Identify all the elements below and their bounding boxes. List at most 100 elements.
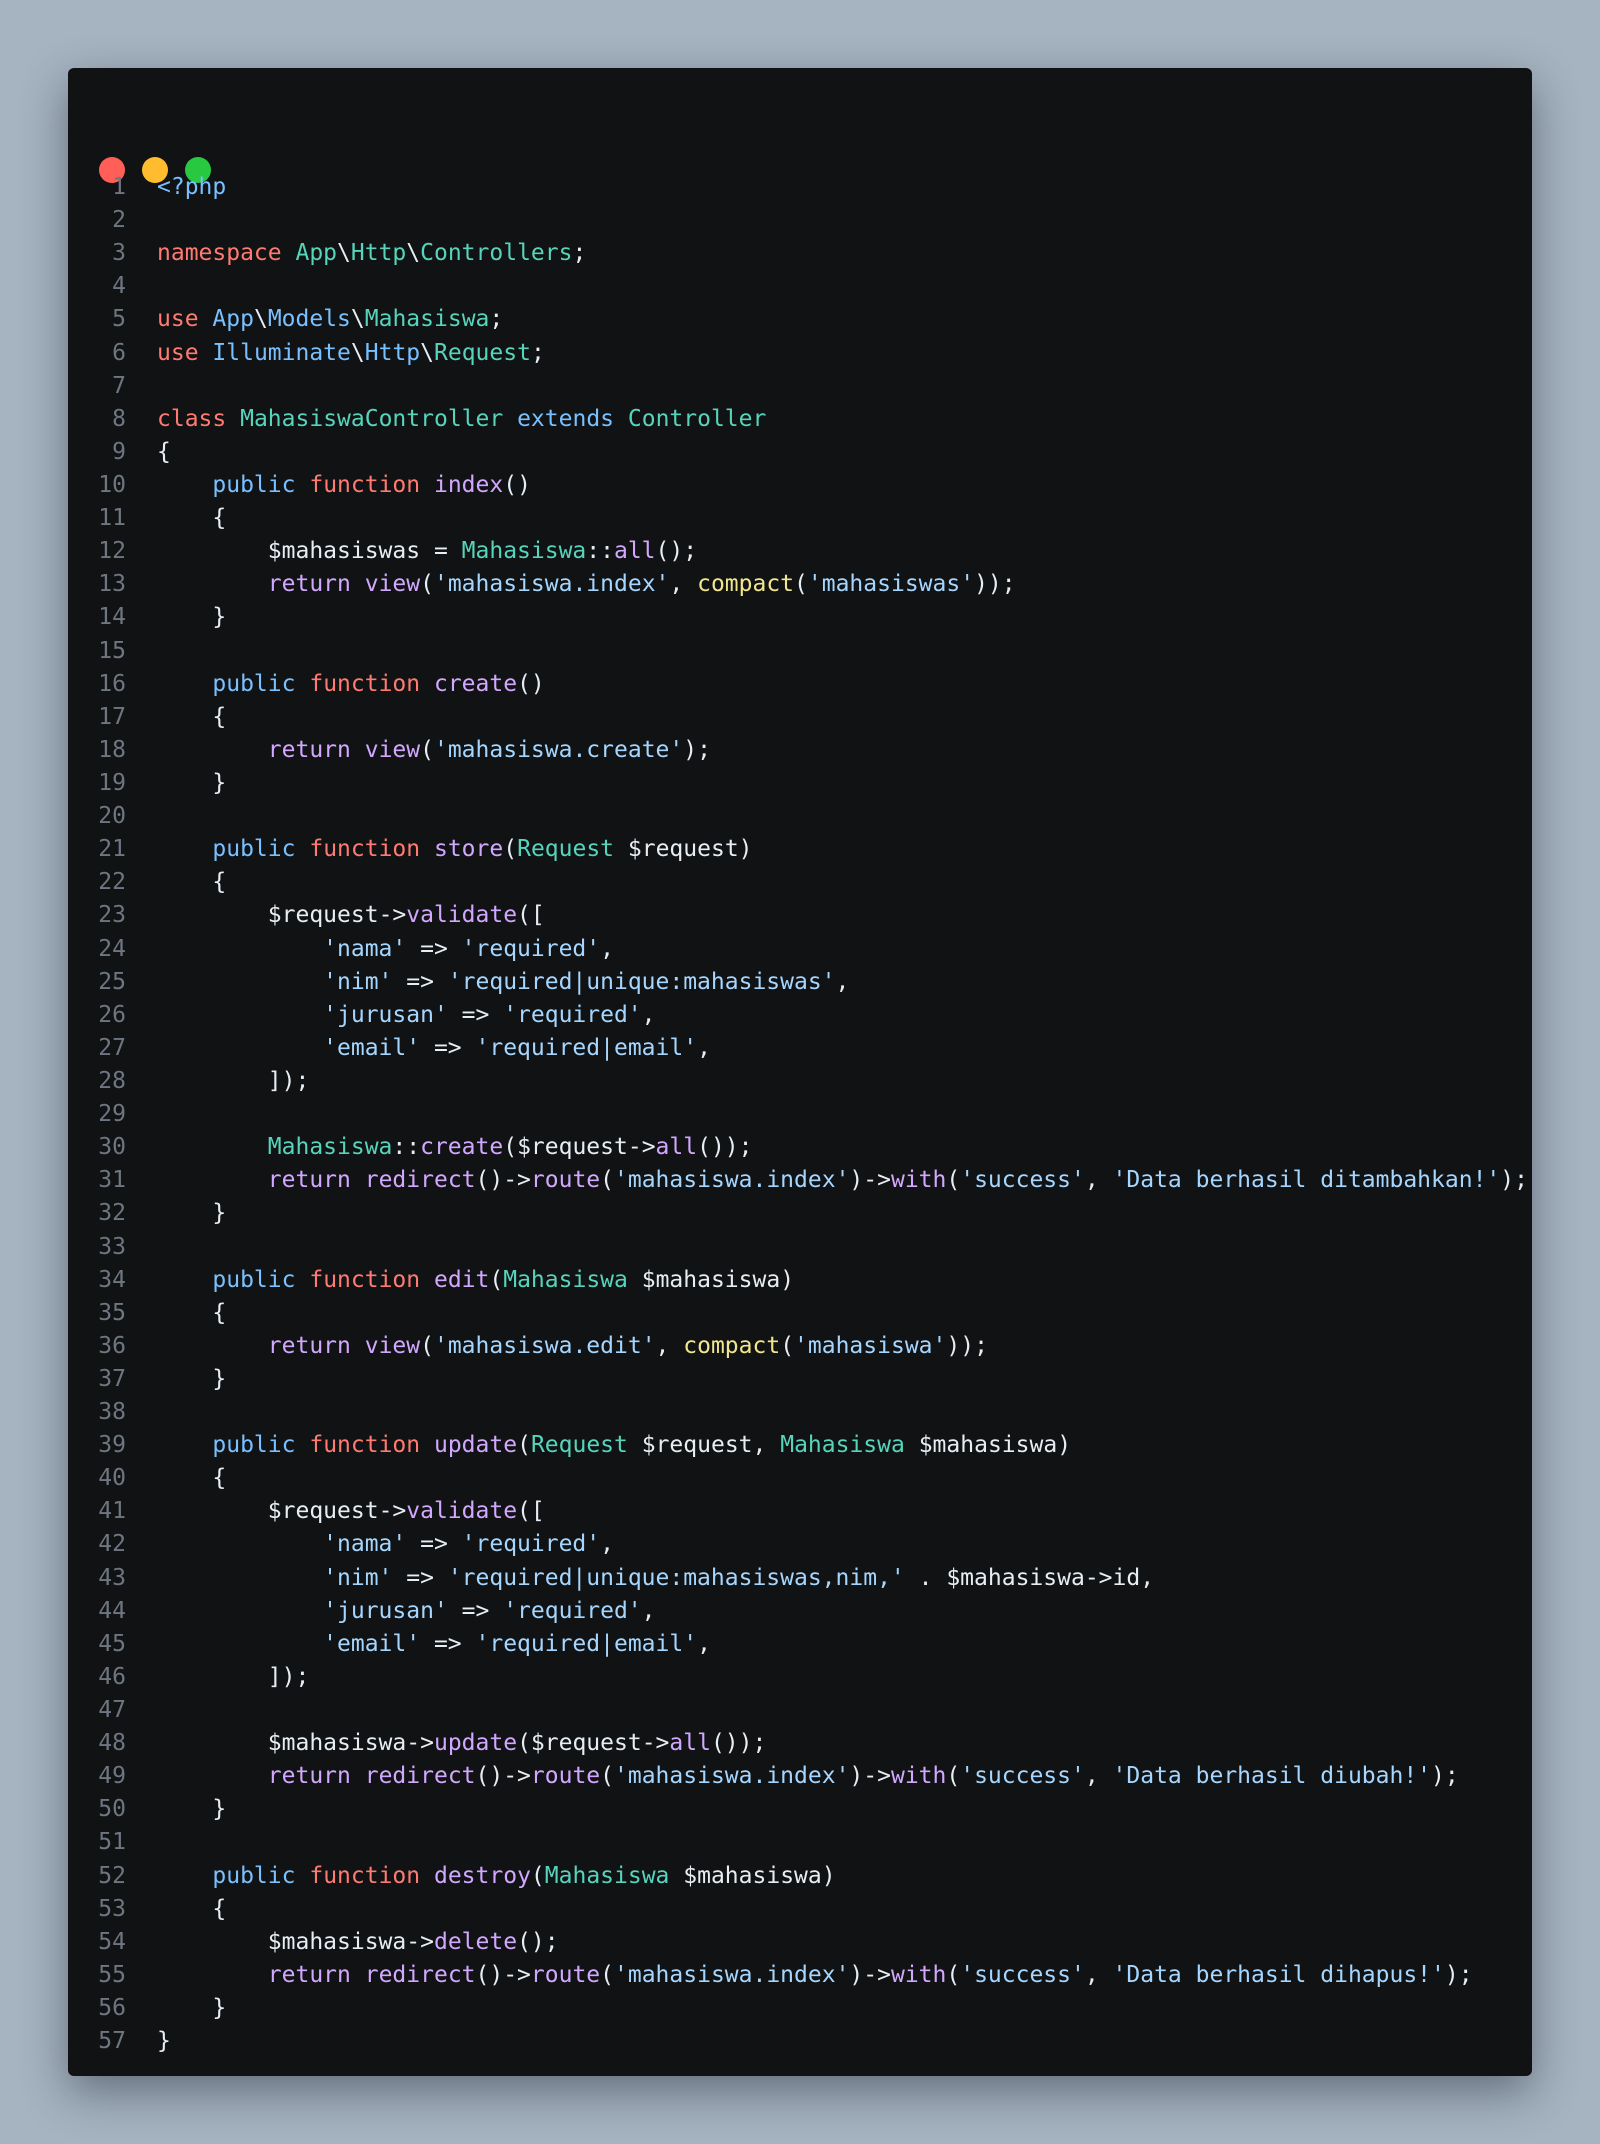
code-line: 11 { [68, 502, 1532, 535]
code-block: 1 <?php 2 3 namespace App\Http\Controllers; 4… [68, 171, 1532, 2058]
line-number: 31 [98, 1167, 126, 1194]
line-source: 'email' => 'required|email', [157, 1032, 711, 1065]
code-line: 48 $mahasiswa->update($request->all()); [68, 1727, 1532, 1760]
code-token: ); [1500, 1167, 1528, 1194]
line-number: 53 [98, 1895, 126, 1922]
code-token: ( [600, 1961, 615, 1988]
code-line: 9{ [68, 436, 1532, 469]
code-token: ( [780, 1332, 795, 1359]
code-line: 55 return redirect()->route('mahasiswa.i… [68, 1959, 1532, 1992]
code-token: 'required|email' [475, 1034, 698, 1061]
code-token: => [392, 1564, 448, 1591]
code-token: ()-> [475, 1167, 531, 1194]
code-line: 33 [68, 1231, 1532, 1264]
code-token: 'Data berhasil diubah!' [1112, 1763, 1432, 1790]
code-line: 54 $mahasiswa->delete(); [68, 1926, 1532, 1959]
line-source: { [157, 1297, 226, 1330]
code-token: id [1112, 1564, 1141, 1591]
code-token: -> [406, 1730, 434, 1757]
code-token: , [641, 1597, 656, 1624]
line-source: use Illuminate\Http\Request; [157, 337, 545, 370]
code-token: ()); [697, 1134, 753, 1161]
line-source: public function store(Request $request) [157, 833, 752, 866]
code-token: 'mahasiswa.index' [433, 571, 670, 598]
line-source: return redirect()->route('mahasiswa.inde… [157, 1164, 1528, 1197]
line-number: 36 [98, 1332, 126, 1359]
line-source: 'jurusan' => 'required', [157, 1595, 656, 1628]
code-token: view [364, 736, 421, 763]
line-source: $mahasiswa->delete(); [157, 1926, 559, 1959]
line-source: { [157, 1893, 226, 1926]
code-token: Mahasiswa [267, 1134, 393, 1161]
line-source: return view('mahasiswa.edit', compact('m… [157, 1330, 988, 1363]
line-number: 20 [98, 803, 126, 830]
code-token: $mahasiswa [946, 1564, 1085, 1591]
line-number: 40 [98, 1465, 126, 1492]
code-token: { [157, 1465, 227, 1492]
code-token: )-> [849, 1961, 891, 1988]
line-number: 23 [98, 902, 126, 929]
code-token: return [267, 1167, 351, 1194]
code-token: ; [530, 339, 545, 366]
code-token: , [1084, 1961, 1113, 1988]
code-token: ( [946, 1167, 961, 1194]
code-line: 34 public function edit(Mahasiswa $mahas… [68, 1264, 1532, 1297]
code-token: , [600, 935, 614, 962]
code-token: ]); [157, 1663, 310, 1690]
code-token: -> [378, 1498, 407, 1525]
code-token: , [697, 1034, 711, 1061]
code-token: <?php [157, 174, 227, 200]
line-source: } [157, 1992, 226, 2025]
code-token: 'nim' [323, 968, 393, 995]
line-source: } [157, 767, 226, 800]
line-number: 32 [98, 1200, 126, 1227]
code-token: Request [517, 836, 615, 863]
code-token: use [157, 339, 199, 366]
code-line: 47 [68, 1694, 1532, 1727]
code-token: (); [655, 538, 698, 565]
line-number: 56 [98, 1995, 126, 2022]
code-token: , [669, 571, 698, 598]
code-token: \ [253, 306, 268, 333]
code-line: 50 } [68, 1793, 1532, 1826]
line-source: public function index() [157, 469, 531, 502]
code-token: view [364, 571, 421, 598]
code-token: ( [503, 836, 518, 863]
code-line: 57} [68, 2025, 1532, 2058]
code-token: redirect [364, 1961, 476, 1988]
code-line: 36 return view('mahasiswa.edit', compact… [68, 1330, 1532, 1363]
code-token: :: [392, 1134, 421, 1161]
code-token: namespace [157, 240, 282, 267]
line-number: 49 [98, 1763, 126, 1790]
line-source: public function edit(Mahasiswa $mahasisw… [157, 1264, 794, 1297]
line-source: { [157, 701, 226, 734]
code-token: \ [350, 306, 365, 333]
code-token: Mahasiswa [544, 1862, 670, 1889]
line-number: 57 [98, 2028, 126, 2055]
code-token: )-> [849, 1763, 891, 1790]
line-number: 26 [98, 1001, 126, 1028]
code-line: 46 ]); [68, 1661, 1532, 1694]
line-number: 46 [98, 1663, 126, 1690]
code-line: 8 class MahasiswaController extends Contr… [68, 403, 1532, 436]
code-token: 'jurusan' [323, 1001, 448, 1028]
code-token: ( [946, 1961, 961, 1988]
code-token: function [309, 1266, 421, 1293]
line-source: 'nama' => 'required', [157, 1528, 614, 1561]
code-token: )); [974, 571, 1016, 598]
code-line: 26 'jurusan' => 'required', [68, 999, 1532, 1032]
code-token: $mahasiswa [918, 1432, 1058, 1459]
code-token: 'jurusan' [323, 1597, 448, 1624]
code-token: public [212, 471, 296, 498]
code-token: 'required|unique:mahasiswas,nim,' [447, 1564, 905, 1591]
